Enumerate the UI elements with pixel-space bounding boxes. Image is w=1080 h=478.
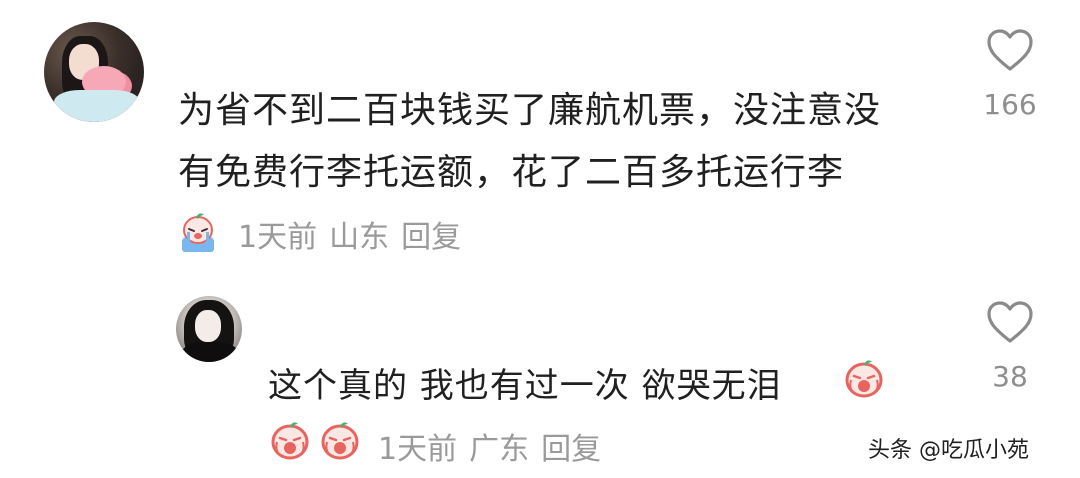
comment-text-line-1: 为省不到二百块钱买了廉航机票，没注意没 [178, 90, 882, 131]
comment-location: 山东 [329, 220, 390, 255]
avatar-shirt [54, 90, 140, 122]
like-count: 166 [983, 88, 1037, 121]
reply-location: 广东 [469, 432, 530, 467]
like-heart-icon[interactable] [986, 28, 1034, 72]
reply-time: 1天前 [378, 432, 458, 467]
commenter-avatar[interactable] [44, 22, 144, 122]
crying-face-emoji [182, 213, 214, 252]
avatar-body [182, 342, 238, 362]
comment-text: 为省不到二百块钱买了廉航机票，没注意没 有免费行李托运额，花了二百多托运行李 [178, 80, 948, 204]
watermark: 头条 @吃瓜小苑 [868, 438, 1029, 463]
comment-text-line-2: 有免费行李托运额，花了二百多托运行李 [178, 152, 845, 193]
like-count: 38 [992, 360, 1028, 393]
avatar-face [195, 310, 221, 342]
comment-time: 1天前 [238, 220, 318, 255]
sobbing-emoji [321, 422, 359, 460]
like-heart-icon[interactable] [986, 300, 1034, 344]
reply-avatar[interactable] [176, 296, 242, 362]
reply-text: 这个真的 我也有过一次 欲哭无泪 [268, 366, 782, 406]
comment-reply-button[interactable]: 回复 [401, 220, 461, 255]
reply-reply-button[interactable]: 回复 [541, 432, 601, 467]
sobbing-emoji [845, 360, 883, 398]
comment-meta: 1天前 山东 回复 [238, 212, 473, 256]
reply-meta: 1天前 广东 回复 [378, 424, 613, 468]
sobbing-emoji [271, 422, 309, 460]
